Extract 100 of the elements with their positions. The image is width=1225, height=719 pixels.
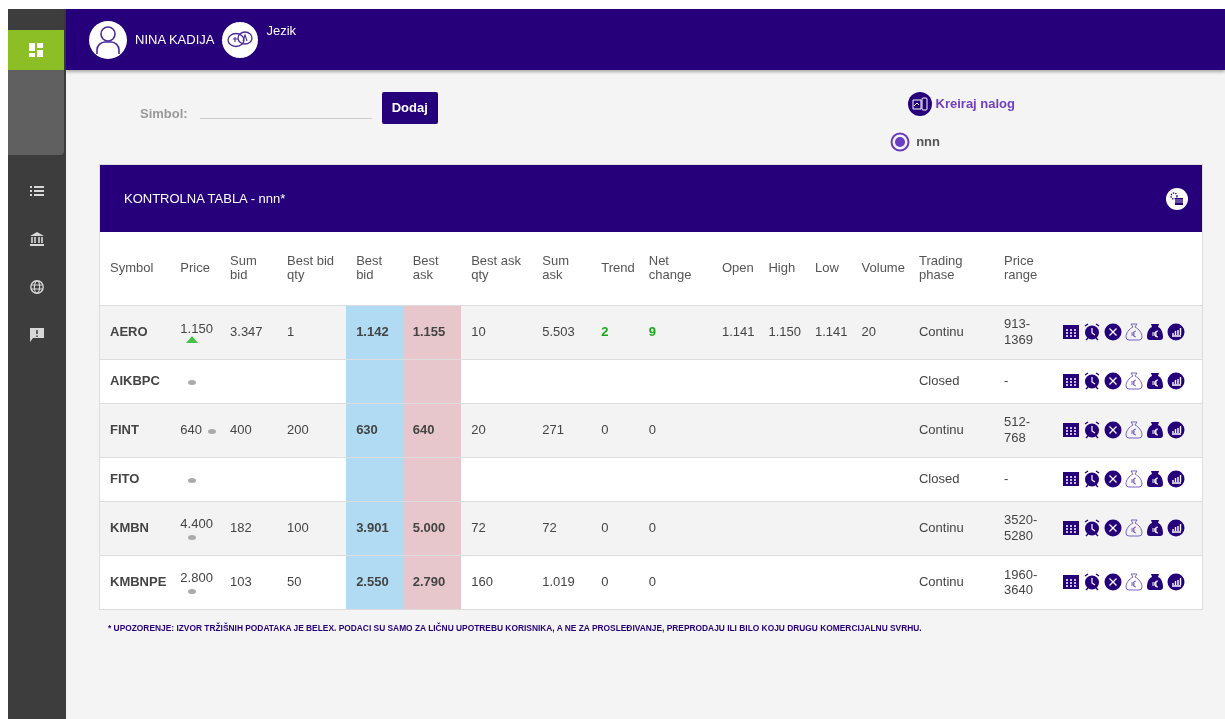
cancel-icon[interactable] xyxy=(1104,421,1122,439)
money-bag-icon[interactable] xyxy=(1146,573,1164,592)
table-cell: - xyxy=(1004,471,1009,487)
alarm-clock-icon[interactable] xyxy=(1083,372,1101,390)
table-cell: 182 xyxy=(230,520,252,536)
column-header: High xyxy=(758,232,805,305)
order-icon xyxy=(907,92,932,116)
bar-chart-icon[interactable] xyxy=(1167,519,1185,537)
money-bag-icon[interactable] xyxy=(1146,372,1164,390)
table-cell: 1.141 xyxy=(721,324,755,340)
alarm-clock-icon[interactable] xyxy=(1083,519,1101,537)
table-cell: 1 xyxy=(287,324,295,340)
cancel-icon[interactable] xyxy=(1104,470,1122,488)
language-icon[interactable] xyxy=(222,21,259,58)
table-cell: 3.347 xyxy=(230,324,263,340)
column-header: Sum bid xyxy=(220,232,278,305)
calendar-icon[interactable] xyxy=(1062,573,1080,592)
table-cell: 1960-3640 xyxy=(1004,566,1038,598)
calendar-icon[interactable] xyxy=(1062,470,1080,488)
table-cell: 0 xyxy=(601,422,609,438)
table-cell: 72 xyxy=(542,520,557,536)
symbol-label: Simbol: xyxy=(140,105,188,123)
table-cell: 20 xyxy=(861,324,877,340)
table-cell: 1.155 xyxy=(412,324,446,340)
column-header: Net change xyxy=(638,232,712,305)
symbol-cell: FITO xyxy=(110,471,140,487)
table-cell: 2.800 xyxy=(180,570,213,587)
symbol-cell: AIKBPC xyxy=(110,373,160,389)
table-cell: 5.503 xyxy=(542,324,575,340)
money-bag-icon[interactable] xyxy=(1146,519,1164,537)
column-header: Symbol xyxy=(100,232,171,305)
panel-title: KONTROLNA TABLA - nnn* xyxy=(124,189,286,208)
table-cell: 3.901 xyxy=(356,520,389,536)
table-cell: 50 xyxy=(287,574,302,590)
column-header: Price range xyxy=(994,232,1052,305)
table-cell: 1.142 xyxy=(356,324,389,340)
settings-icon[interactable] xyxy=(1166,187,1188,210)
table-cell: 630 xyxy=(356,422,378,438)
user-avatar-icon[interactable] xyxy=(89,20,127,59)
column-header: Price xyxy=(170,232,221,305)
alarm-clock-icon[interactable] xyxy=(1083,470,1101,488)
table-cell: 1.019 xyxy=(542,574,575,590)
bar-chart-icon[interactable] xyxy=(1167,323,1185,341)
alarm-clock-icon[interactable] xyxy=(1083,323,1101,341)
table-cell: Continu xyxy=(918,520,964,536)
table-cell: 640 xyxy=(412,422,435,438)
table-cell: Continu xyxy=(918,324,964,340)
table-cell: - xyxy=(1004,373,1009,389)
table-cell: Closed xyxy=(918,471,960,487)
bar-chart-icon[interactable] xyxy=(1167,421,1185,439)
cancel-icon[interactable] xyxy=(1104,372,1122,390)
column-header: Sum ask xyxy=(532,232,592,305)
table-cell: 160 xyxy=(471,574,493,590)
calendar-icon[interactable] xyxy=(1062,519,1080,537)
table-cell: 10 xyxy=(471,324,486,340)
money-bag-icon[interactable] xyxy=(1146,323,1164,341)
alarm-clock-icon[interactable] xyxy=(1083,573,1101,592)
table-cell: 1.150 xyxy=(768,324,801,340)
table-cell: 512-768 xyxy=(1004,414,1031,445)
radio-option[interactable]: nnn xyxy=(890,132,940,152)
column-header: Open xyxy=(711,232,759,305)
money-bag-icon[interactable] xyxy=(1146,470,1164,488)
symbol-cell: KMBN xyxy=(110,520,149,536)
add-button[interactable]: Dodaj xyxy=(381,92,438,124)
table-cell: Closed xyxy=(918,373,960,389)
bar-chart-icon[interactable] xyxy=(1167,372,1185,390)
table-cell: 0 xyxy=(648,422,656,438)
table-cell: Continu xyxy=(918,422,964,438)
table-cell: 9 xyxy=(648,324,656,340)
language-link[interactable]: Jezik xyxy=(266,21,297,41)
table-cell: 1.150 xyxy=(180,320,213,337)
disclaimer-text: * UPOZORENJE: IZVOR TRŽIŠNIH PODATAKA JE BELEX. PODACI SU SAMO ZA LIČNU UPOTREBU KORISNIKA, A NE ZA PROSLEĐIVANJE, PREPRODAJU ILI BILO KOJU DRUGU KOMERCIJALNU SVRHU. xyxy=(108,622,923,635)
calendar-icon[interactable] xyxy=(1062,421,1080,439)
table-cell: 0 xyxy=(648,520,656,536)
column-header: Best bid qty xyxy=(277,232,347,305)
calendar-icon[interactable] xyxy=(1062,323,1080,341)
table-cell: 0 xyxy=(601,574,609,590)
table-cell: 2 xyxy=(601,324,609,340)
symbol-cell: FINT xyxy=(110,422,139,438)
column-header: Volume xyxy=(851,232,909,305)
column-header: Trading phase xyxy=(908,232,994,305)
column-header: Best ask qty xyxy=(461,232,533,305)
calendar-icon[interactable] xyxy=(1062,372,1080,390)
create-order-button[interactable]: Kreiraj nalog xyxy=(907,92,1015,116)
cancel-icon[interactable] xyxy=(1104,323,1122,341)
bar-chart-icon[interactable] xyxy=(1167,470,1185,488)
table-cell: 4.400 xyxy=(180,516,213,532)
money-bag-icon[interactable] xyxy=(1146,421,1164,439)
table-cell: 72 xyxy=(471,520,486,536)
cancel-icon[interactable] xyxy=(1104,573,1122,592)
table-cell: 271 xyxy=(542,422,564,438)
table-cell: 400 xyxy=(230,422,252,438)
bar-chart-icon[interactable] xyxy=(1167,573,1185,592)
alarm-clock-icon[interactable] xyxy=(1083,421,1101,439)
table-cell: 20 xyxy=(471,422,486,438)
table-cell: 103 xyxy=(230,574,252,590)
table-cell: 2.790 xyxy=(412,574,446,590)
column-header: Best ask xyxy=(402,232,462,305)
table-cell: 1.141 xyxy=(815,324,848,340)
cancel-icon[interactable] xyxy=(1104,519,1122,537)
